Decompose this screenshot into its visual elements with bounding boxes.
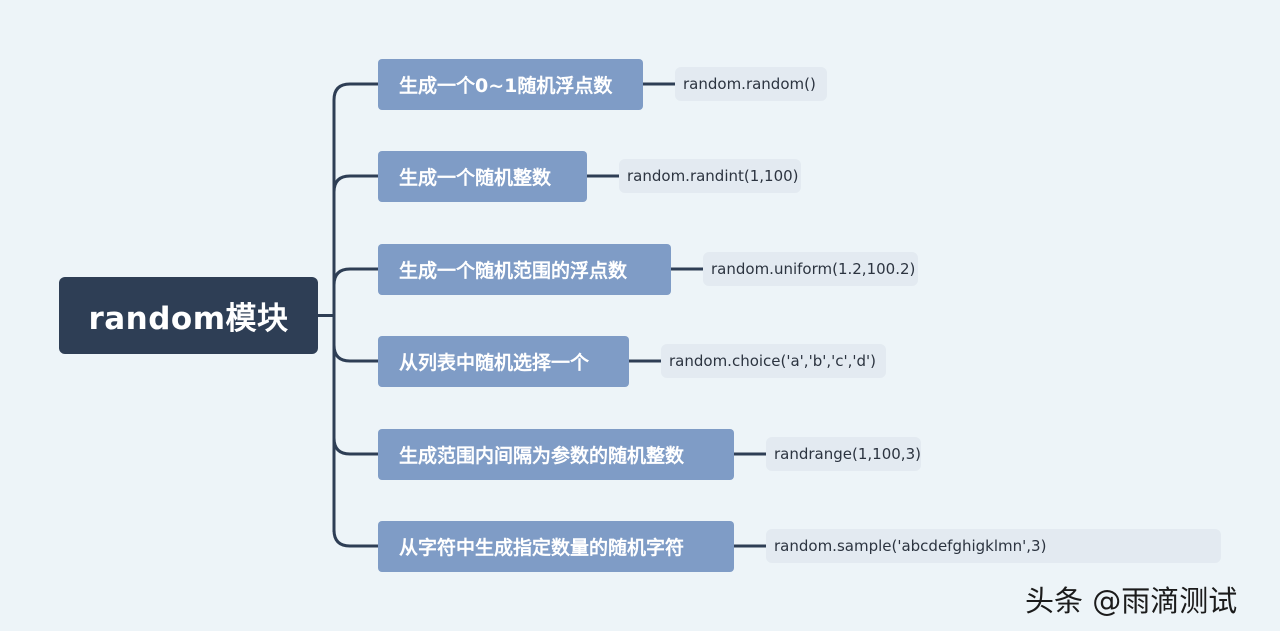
branch-node[interactable]: 生成一个随机范围的浮点数 xyxy=(378,244,671,295)
leaf-node[interactable]: random.sample('abcdefghigklmn',3) xyxy=(766,529,1221,563)
branch-connector xyxy=(332,529,378,548)
leaf-node[interactable]: random.uniform(1.2,100.2) xyxy=(703,252,918,286)
branch-connector xyxy=(332,174,378,193)
leaf-node[interactable]: random.random() xyxy=(675,67,827,101)
branch-connector xyxy=(332,344,378,363)
branch-connector xyxy=(332,267,378,286)
branch-node[interactable]: 生成一个随机整数 xyxy=(378,151,587,202)
root-node[interactable]: random模块 xyxy=(59,277,318,354)
branch-connector xyxy=(332,437,378,456)
mind-map: random模块 生成一个0~1随机浮点数 生成一个随机整数 生成一个随机范围的… xyxy=(0,0,1280,631)
leaf-node[interactable]: random.choice('a','b','c','d') xyxy=(661,344,886,378)
branch-node[interactable]: 从字符中生成指定数量的随机字符 xyxy=(378,521,734,572)
leaf-node[interactable]: randrange(1,100,3) xyxy=(766,437,921,471)
branch-node[interactable]: 生成范围内间隔为参数的随机整数 xyxy=(378,429,734,480)
watermark: 头条 @雨滴测试 xyxy=(1025,584,1238,618)
branch-node[interactable]: 从列表中随机选择一个 xyxy=(378,336,629,387)
branch-node[interactable]: 生成一个0~1随机浮点数 xyxy=(378,59,643,110)
branch-connector xyxy=(332,82,378,101)
leaf-node[interactable]: random.randint(1,100) xyxy=(619,159,801,193)
